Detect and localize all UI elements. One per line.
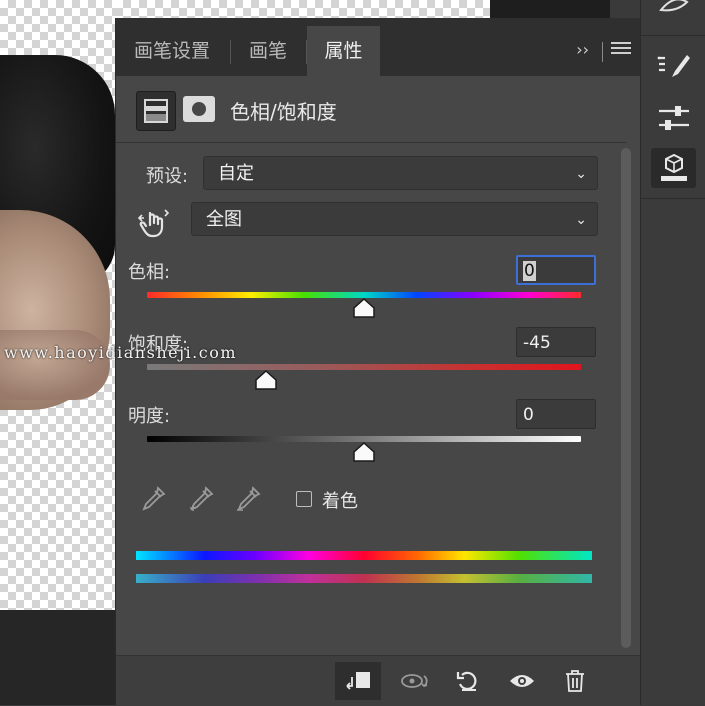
saturation-input[interactable]: -45 bbox=[516, 327, 596, 357]
tab-brush-settings[interactable]: 画笔设置 bbox=[116, 26, 228, 76]
eyedropper-minus-icon[interactable] bbox=[233, 484, 263, 514]
lightness-label: 明度: bbox=[128, 406, 171, 427]
preset-dropdown[interactable]: 自定 ⌄ bbox=[203, 156, 598, 190]
eyedropper-plus-icon[interactable] bbox=[186, 484, 216, 514]
eyedropper-icon[interactable] bbox=[138, 484, 168, 514]
input-color-bar bbox=[136, 551, 592, 560]
right-panel-dock bbox=[640, 0, 705, 705]
hue-input[interactable]: 0 bbox=[516, 255, 596, 285]
colorize-label: 着色 bbox=[322, 491, 358, 512]
layer-mask-icon[interactable] bbox=[183, 96, 215, 122]
lightness-input[interactable]: 0 bbox=[516, 399, 596, 429]
hue-saturation-adjustment-icon[interactable] bbox=[136, 91, 176, 131]
collapse-panel-icon[interactable]: ›› bbox=[576, 40, 589, 59]
brush-library-icon[interactable] bbox=[651, 0, 696, 18]
view-previous-state-icon[interactable] bbox=[393, 662, 439, 700]
saturation-slider-track[interactable] bbox=[147, 364, 581, 370]
reset-icon[interactable] bbox=[445, 662, 491, 700]
adjustment-sliders-icon[interactable] bbox=[651, 98, 696, 138]
scrollbar-thumb[interactable] bbox=[621, 148, 631, 648]
canvas-top-strip bbox=[115, 0, 610, 18]
hue-label: 色相: bbox=[128, 262, 171, 283]
hamburger-menu-icon[interactable] bbox=[611, 42, 631, 58]
clip-to-layer-icon[interactable] bbox=[335, 662, 381, 700]
preset-label: 预设: bbox=[146, 166, 189, 187]
tab-properties[interactable]: 属性 bbox=[307, 26, 380, 76]
range-value: 全图 bbox=[206, 209, 242, 230]
trash-icon[interactable] bbox=[552, 662, 598, 700]
panel-scrollbar[interactable] bbox=[621, 148, 631, 648]
properties-panel-icon[interactable] bbox=[651, 148, 696, 188]
output-color-bar bbox=[136, 574, 592, 583]
hand-target-icon[interactable] bbox=[136, 204, 170, 238]
eye-icon[interactable] bbox=[499, 662, 545, 700]
chevron-down-icon: ⌄ bbox=[575, 212, 587, 228]
tab-brushes[interactable]: 画笔 bbox=[232, 26, 304, 76]
colorize-checkbox[interactable] bbox=[296, 491, 312, 507]
canvas-area[interactable] bbox=[0, 0, 115, 610]
watermark-text: www.haoyidiansheji.com bbox=[4, 343, 238, 362]
photo-skin-area-lower bbox=[0, 330, 110, 400]
chevron-down-icon: ⌄ bbox=[575, 166, 587, 182]
panel-tab-bar: 画笔设置 画笔 属性 ›› bbox=[116, 18, 641, 76]
panel-bottom-toolbar bbox=[116, 655, 641, 706]
brush-settings-icon[interactable] bbox=[651, 48, 696, 88]
range-dropdown[interactable]: 全图 ⌄ bbox=[191, 202, 598, 236]
adjustment-title: 色相/饱和度 bbox=[230, 100, 337, 124]
preset-value: 自定 bbox=[218, 163, 254, 184]
canvas-dark-bottom bbox=[0, 610, 115, 705]
